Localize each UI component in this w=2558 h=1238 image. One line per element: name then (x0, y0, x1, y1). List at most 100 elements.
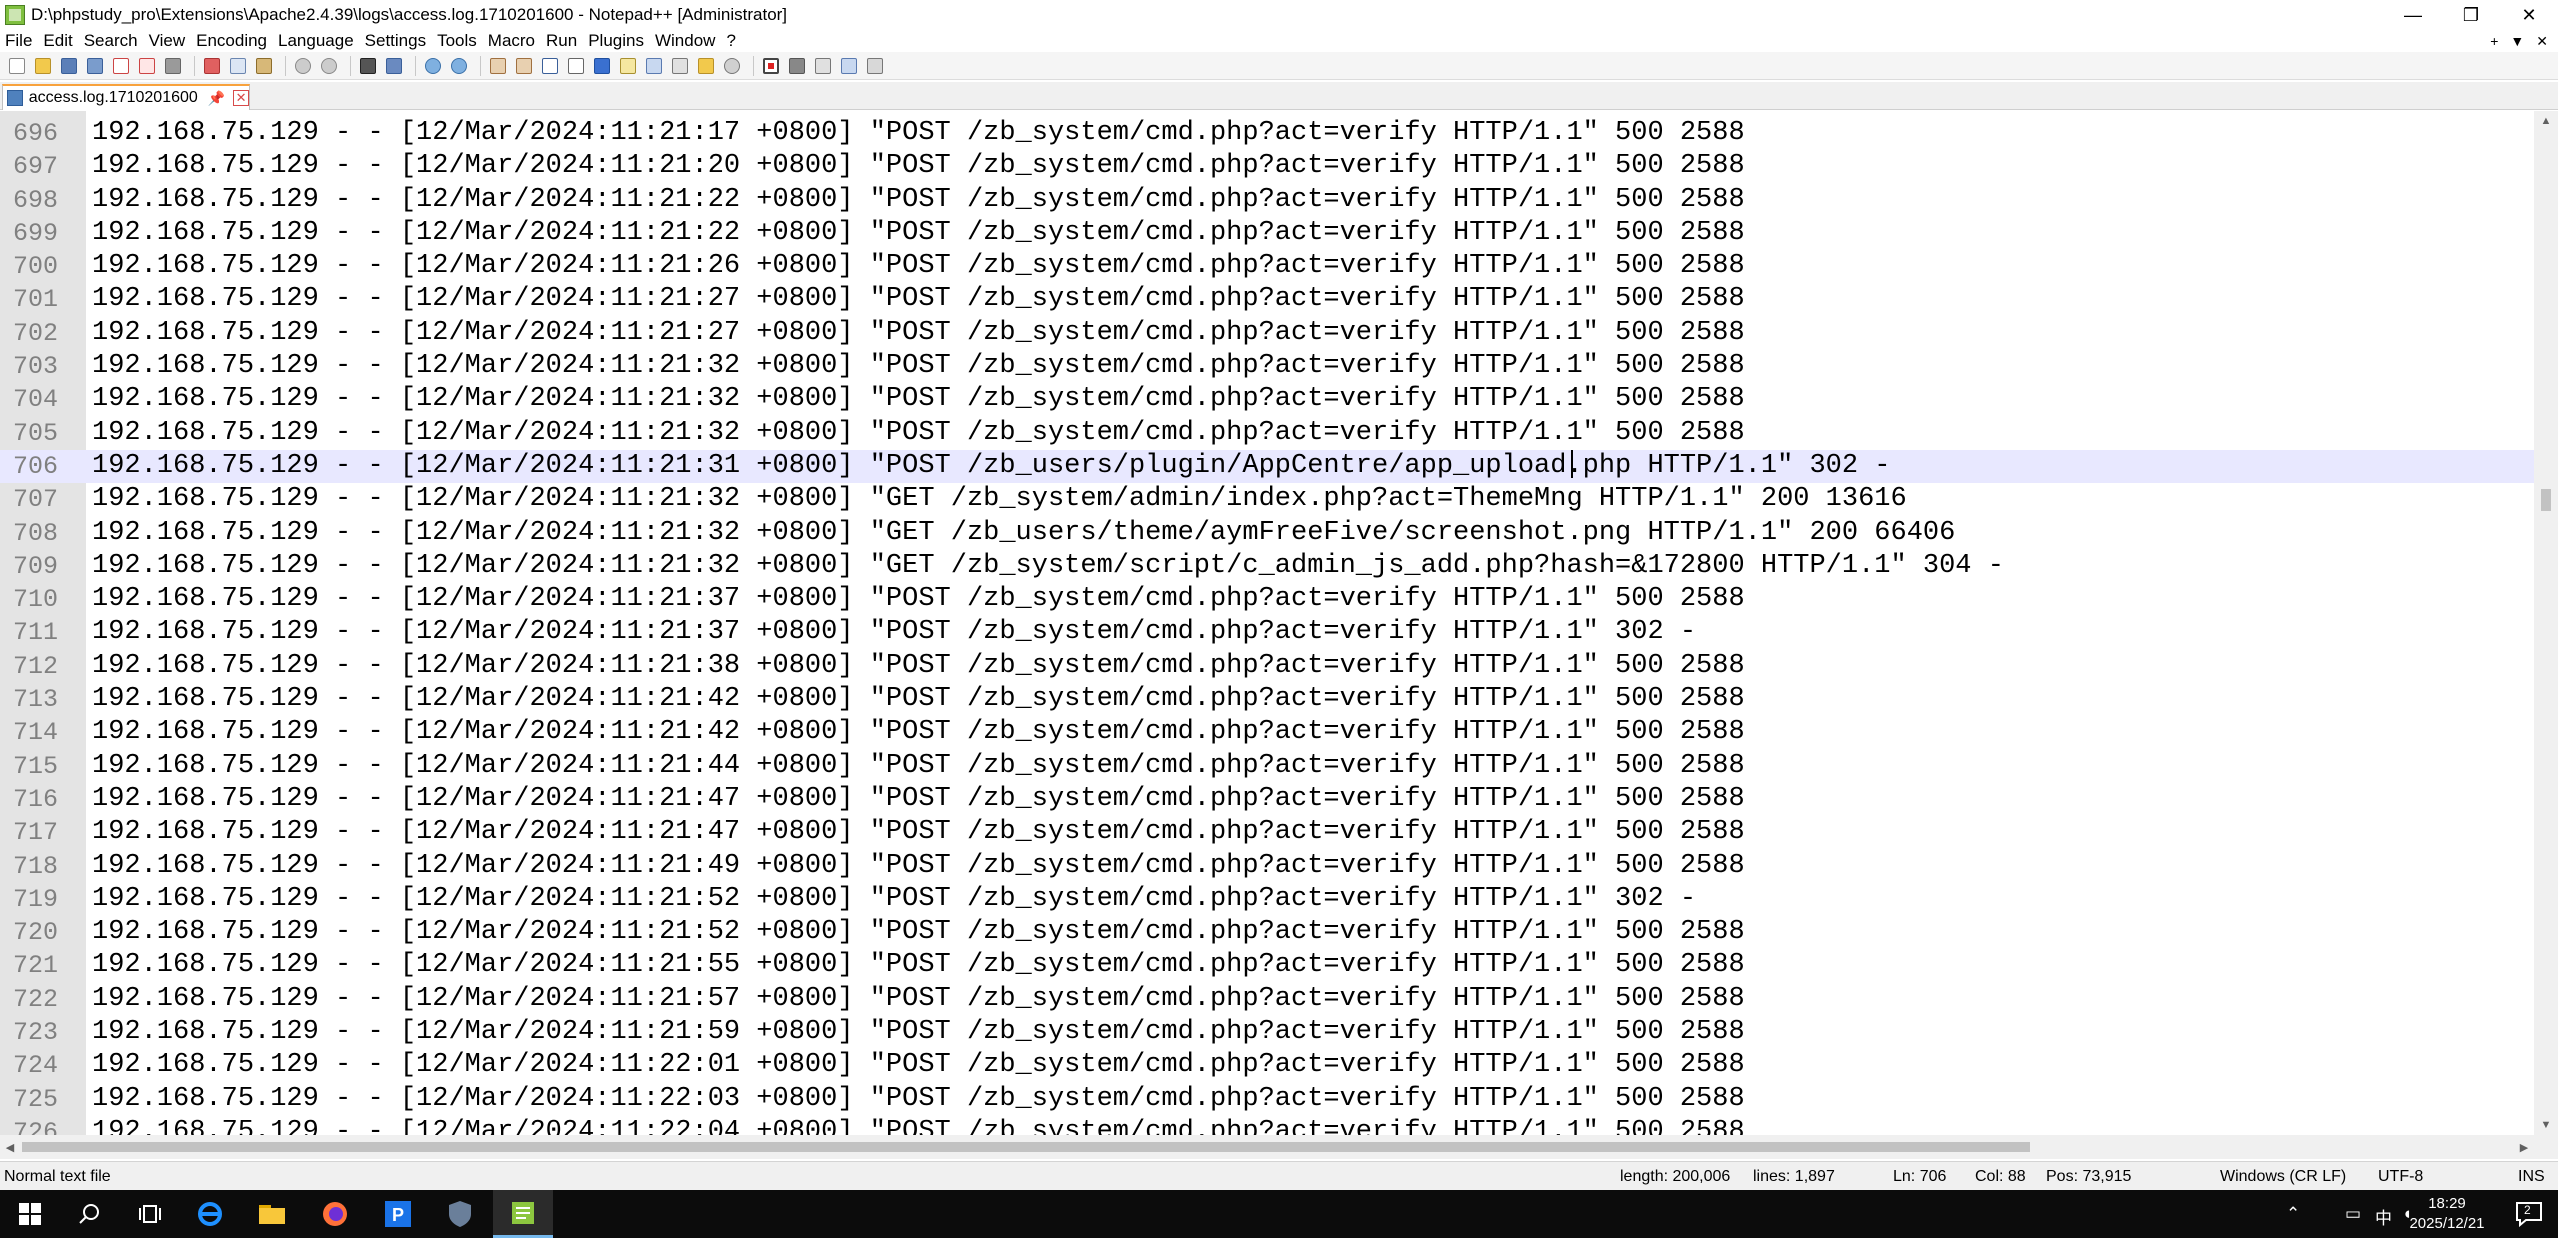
replace-button[interactable] (383, 55, 405, 77)
editor-line[interactable]: 698 192.168.75.129 - - [12/Mar/2024:11:21… (0, 184, 2534, 217)
menu-edit[interactable]: Edit (38, 31, 78, 51)
indent-guide-button[interactable] (591, 55, 613, 77)
copy-button[interactable] (227, 55, 249, 77)
editor-line[interactable]: 720 192.168.75.129 - - [12/Mar/2024:11:21… (0, 916, 2534, 949)
cut-button[interactable] (201, 55, 223, 77)
editor-line[interactable]: 711 192.168.75.129 - - [12/Mar/2024:11:21… (0, 616, 2534, 649)
find-button[interactable] (357, 55, 379, 77)
open-file-button[interactable] (32, 55, 54, 77)
editor-line[interactable]: 700 192.168.75.129 - - [12/Mar/2024:11:21… (0, 250, 2534, 283)
new-tab-plus-icon[interactable]: + (2490, 33, 2498, 49)
tray-clock[interactable]: 18:29 2025/12/21 (2402, 1194, 2492, 1234)
menu-file[interactable]: File (0, 31, 38, 51)
scroll-down-arrow-icon[interactable]: ▼ (2534, 1115, 2558, 1135)
show-all-characters-button[interactable] (565, 55, 587, 77)
editor-line[interactable]: 715 192.168.75.129 - - [12/Mar/2024:11:21… (0, 750, 2534, 783)
tab-close-icon[interactable]: ✕ (233, 90, 249, 106)
show-hidden-icons-chevron-icon[interactable]: ⌃ (2286, 1204, 2300, 1224)
editor-line[interactable]: 699 192.168.75.129 - - [12/Mar/2024:11:21… (0, 217, 2534, 250)
macro-save-button[interactable] (864, 55, 886, 77)
editor-line[interactable]: 697 192.168.75.129 - - [12/Mar/2024:11:21… (0, 150, 2534, 183)
menu-tools[interactable]: Tools (432, 31, 483, 51)
word-wrap-button[interactable] (539, 55, 561, 77)
save-all-button[interactable] (84, 55, 106, 77)
menu-window[interactable]: Window (650, 31, 721, 51)
function-list-button[interactable] (669, 55, 691, 77)
editor-line[interactable]: 713 192.168.75.129 - - [12/Mar/2024:11:21… (0, 683, 2534, 716)
input-method-indicator[interactable]: 中 (2375, 1204, 2392, 1229)
tab-access-log[interactable]: access.log.1710201600 📌 ✕ (2, 84, 250, 110)
menu-plugins[interactable]: Plugins (583, 31, 650, 51)
close-button[interactable]: ✕ (2500, 0, 2558, 30)
taskbar-security-app[interactable] (430, 1190, 490, 1238)
taskbar-firefox[interactable] (305, 1190, 365, 1238)
editor-line[interactable]: 724 192.168.75.129 - - [12/Mar/2024:11:22… (0, 1049, 2534, 1082)
editor-line[interactable]: 708 192.168.75.129 - - [12/Mar/2024:11:21… (0, 517, 2534, 550)
status-eol[interactable]: Windows (CR LF) (2220, 1168, 2346, 1186)
editor-line[interactable]: 702 192.168.75.129 - - [12/Mar/2024:11:21… (0, 317, 2534, 350)
sync-horizontal-button[interactable] (513, 55, 535, 77)
search-button[interactable] (60, 1190, 120, 1238)
macro-record-button[interactable] (760, 55, 782, 77)
horizontal-scrollbar[interactable]: ◀ ▶ (0, 1135, 2534, 1159)
notepadpp-app-icon[interactable] (5, 5, 25, 25)
editor-line[interactable]: 712 192.168.75.129 - - [12/Mar/2024:11:21… (0, 650, 2534, 683)
vertical-scroll-thumb[interactable] (2541, 489, 2551, 511)
editor-line-current[interactable]: 706 192.168.75.129 - - [12/Mar/2024:11:21… (0, 449, 2534, 484)
zoom-out-button[interactable] (448, 55, 470, 77)
editor-line[interactable]: 721 192.168.75.129 - - [12/Mar/2024:11:21… (0, 949, 2534, 982)
minimize-button[interactable]: — (2384, 0, 2442, 30)
folder-as-workspace-button[interactable] (695, 55, 717, 77)
menu-run[interactable]: Run (541, 31, 583, 51)
menu-view[interactable]: View (144, 31, 192, 51)
editor-line[interactable]: 710 192.168.75.129 - - [12/Mar/2024:11:21… (0, 583, 2534, 616)
save-button[interactable] (58, 55, 80, 77)
menu-macro[interactable]: Macro (483, 31, 541, 51)
editor-line[interactable]: 709 192.168.75.129 - - [12/Mar/2024:11:21… (0, 550, 2534, 583)
scroll-up-arrow-icon[interactable]: ▲ (2534, 111, 2558, 131)
maximize-button[interactable]: ❐ (2442, 0, 2500, 30)
editor-line[interactable]: 704 192.168.75.129 - - [12/Mar/2024:11:21… (0, 383, 2534, 416)
editor-line[interactable]: 696 192.168.75.129 - - [12/Mar/2024:11:21… (0, 117, 2534, 150)
close-all-button[interactable] (136, 55, 158, 77)
taskbar-internet-explorer[interactable] (180, 1190, 240, 1238)
paste-button[interactable] (253, 55, 275, 77)
editor-line[interactable]: 725 192.168.75.129 - - [12/Mar/2024:11:22… (0, 1083, 2534, 1116)
taskbar-notepadpp[interactable] (493, 1190, 553, 1238)
zoom-in-button[interactable] (422, 55, 444, 77)
editor-line[interactable]: 718 192.168.75.129 - - [12/Mar/2024:11:21… (0, 850, 2534, 883)
editor-line[interactable]: 726 192.168.75.129 - - [12/Mar/2024:11:22… (0, 1116, 2534, 1135)
macro-stop-button[interactable] (786, 55, 808, 77)
status-encoding[interactable]: UTF-8 (2378, 1168, 2423, 1186)
close-document-icon[interactable]: ✕ (2536, 33, 2548, 50)
editor-line[interactable]: 701 192.168.75.129 - - [12/Mar/2024:11:21… (0, 283, 2534, 316)
editor-line[interactable]: 717 192.168.75.129 - - [12/Mar/2024:11:21… (0, 816, 2534, 849)
horizontal-scroll-thumb[interactable] (22, 1142, 2030, 1152)
editor-line[interactable]: 703 192.168.75.129 - - [12/Mar/2024:11:21… (0, 350, 2534, 383)
menu-encoding[interactable]: Encoding (191, 31, 273, 51)
vertical-scrollbar[interactable]: ▲ ▼ (2534, 111, 2558, 1135)
editor-line[interactable]: 723 192.168.75.129 - - [12/Mar/2024:11:21… (0, 1016, 2534, 1049)
editor-line[interactable]: 722 192.168.75.129 - - [12/Mar/2024:11:21… (0, 983, 2534, 1016)
editor-line[interactable]: 716 192.168.75.129 - - [12/Mar/2024:11:21… (0, 783, 2534, 816)
notification-center-button[interactable]: 2 (2514, 1200, 2544, 1228)
undo-button[interactable] (292, 55, 314, 77)
menu-help[interactable]: ? (721, 31, 741, 51)
document-map-button[interactable] (643, 55, 665, 77)
user-defined-language-button[interactable] (617, 55, 639, 77)
print-button[interactable] (162, 55, 184, 77)
scroll-right-arrow-icon[interactable]: ▶ (2514, 1135, 2534, 1159)
menu-search[interactable]: Search (79, 31, 144, 51)
editor-line[interactable]: 707 192.168.75.129 - - [12/Mar/2024:11:21… (0, 483, 2534, 516)
editor-area[interactable]: 696 192.168.75.129 - - [12/Mar/2024:11:21… (0, 111, 2534, 1135)
taskbar-phpstudy[interactable]: P (368, 1190, 428, 1238)
tab-list-dropdown-icon[interactable]: ▼ (2510, 33, 2524, 49)
editor-line[interactable]: 719 192.168.75.129 - - [12/Mar/2024:11:21… (0, 883, 2534, 916)
network-icon[interactable]: ▭ (2345, 1204, 2361, 1224)
scroll-left-arrow-icon[interactable]: ◀ (0, 1135, 20, 1159)
menu-language[interactable]: Language (273, 31, 360, 51)
status-insert-mode[interactable]: INS (2518, 1168, 2545, 1186)
editor-line[interactable]: 705 192.168.75.129 - - [12/Mar/2024:11:21… (0, 417, 2534, 450)
pin-icon[interactable]: 📌 (208, 90, 225, 107)
start-button[interactable] (0, 1190, 60, 1238)
